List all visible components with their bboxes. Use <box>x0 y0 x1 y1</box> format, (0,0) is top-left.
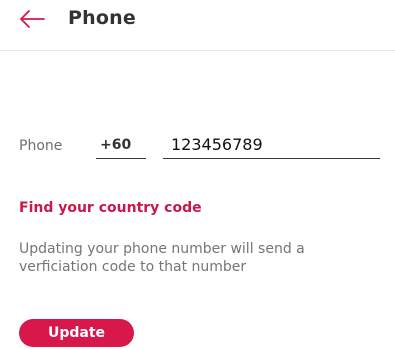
country-code-field[interactable] <box>96 131 146 159</box>
header-bar: Phone <box>0 0 395 51</box>
phone-label: Phone <box>19 138 63 154</box>
back-button[interactable] <box>16 6 48 32</box>
arrow-left-icon <box>20 10 45 28</box>
page-title: Phone <box>68 7 136 29</box>
phone-number-field[interactable] <box>163 131 380 159</box>
update-button[interactable]: Update <box>19 319 134 347</box>
info-message: Updating your phone number will send a v… <box>19 241 305 275</box>
find-country-code-link[interactable]: Find your country code <box>19 200 202 216</box>
